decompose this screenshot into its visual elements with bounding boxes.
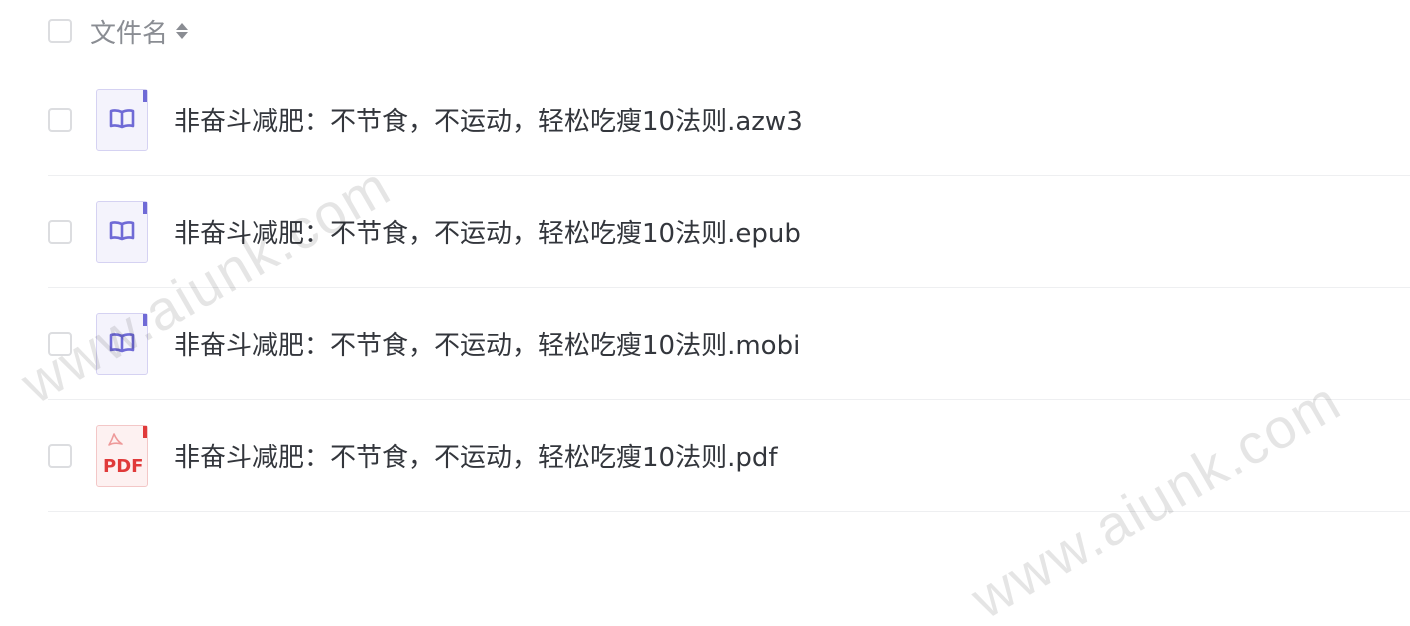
file-row[interactable]: 非奋斗减肥：不节食，不运动，轻松吃瘦10法则.epub — [48, 176, 1410, 288]
row-checkbox[interactable] — [48, 107, 72, 132]
pdf-icon-label: PDF — [103, 455, 144, 477]
ebook-icon — [96, 200, 148, 263]
file-row[interactable]: 非奋斗减肥：不节食，不运动，轻松吃瘦10法则.mobi — [48, 288, 1410, 400]
column-header-filename[interactable]: 文件名 — [90, 13, 168, 50]
ebook-icon — [96, 312, 148, 375]
file-name[interactable]: 非奋斗减肥：不节食，不运动，轻松吃瘦10法则.epub — [174, 213, 801, 250]
sort-ascending-icon — [176, 23, 189, 30]
file-name[interactable]: 非奋斗减肥：不节食，不运动，轻松吃瘦10法则.azw3 — [174, 101, 803, 138]
row-checkbox[interactable] — [48, 219, 72, 244]
open-book-icon — [109, 332, 135, 352]
file-name[interactable]: 非奋斗减肥：不节食，不运动，轻松吃瘦10法则.pdf — [174, 437, 778, 474]
file-list-header: 文件名 — [48, 13, 189, 50]
ebook-icon — [96, 88, 148, 151]
acrobat-icon — [108, 432, 123, 446]
file-list-page: 文件名 非奋斗减肥：不节食，不运动，轻松吃瘦10法则.azw3 非奋斗减肥：不节… — [0, 0, 1410, 626]
file-row[interactable]: PDF 非奋斗减肥：不节食，不运动，轻松吃瘦10法则.pdf — [48, 400, 1410, 512]
row-checkbox[interactable] — [48, 443, 72, 468]
sort-icon[interactable] — [176, 23, 189, 39]
select-all-checkbox[interactable] — [48, 19, 72, 43]
row-checkbox[interactable] — [48, 331, 72, 356]
file-name[interactable]: 非奋斗减肥：不节食，不运动，轻松吃瘦10法则.mobi — [174, 325, 800, 362]
file-list: 非奋斗减肥：不节食，不运动，轻松吃瘦10法则.azw3 非奋斗减肥：不节食，不运… — [48, 64, 1410, 512]
open-book-icon — [109, 220, 135, 240]
open-book-icon — [109, 108, 135, 128]
pdf-icon: PDF — [96, 424, 148, 487]
sort-descending-icon — [176, 32, 189, 39]
file-row[interactable]: 非奋斗减肥：不节食，不运动，轻松吃瘦10法则.azw3 — [48, 64, 1410, 176]
